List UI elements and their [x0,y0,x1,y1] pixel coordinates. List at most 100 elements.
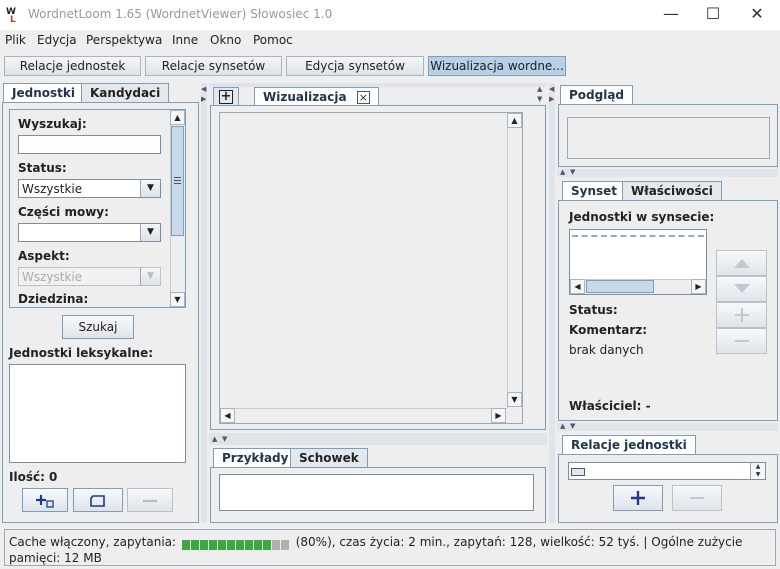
svg-text:L: L [10,15,16,23]
expand-down-icon[interactable]: ▼ [570,422,575,430]
remove-relation-button [672,485,722,511]
plus-icon: + [219,89,233,104]
scroll-left-icon[interactable]: ◀ [220,408,235,423]
progress-segment [244,539,253,550]
right-splitter[interactable]: ◀ ▶ [549,83,555,523]
add-icon [36,495,54,508]
progress-segment [253,539,262,550]
progress-segment [208,539,217,550]
units-list[interactable] [9,364,186,463]
scrollbar-thumb[interactable] [586,280,654,293]
cache-progress-bar [181,538,290,550]
edit-unit-button[interactable] [73,488,123,512]
menu-edycja[interactable]: Edycja [37,33,77,47]
visualization-canvas[interactable] [219,112,523,424]
tab-wlasciwosci[interactable]: Właściwości [622,181,722,200]
window-title: WordnetLoom 1.65 (WordnetViewer) Słowosi… [28,7,333,21]
maximize-button[interactable]: ☐ [690,0,736,30]
menu-okno[interactable]: Okno [210,33,241,47]
close-tab-icon[interactable]: × [356,91,370,104]
scrollbar-thumb[interactable] [171,126,184,236]
relations-tree[interactable]: ▲ ▼ [568,462,766,480]
collapse-left-icon[interactable]: ◀ [549,85,554,93]
search-button[interactable]: Szukaj [62,315,134,339]
domain-label: Dziedzina: [18,292,89,306]
tab-kandydaci[interactable]: Kandydaci [81,83,170,102]
tree-node-icon [571,468,585,476]
scroll-down-icon[interactable]: ▼ [507,392,522,407]
status-bar: Cache włączony, zapytania: (80%), czas ż… [4,529,776,566]
pos-select[interactable]: ▼ [18,223,161,242]
add-synset-unit-button [716,302,767,328]
comment-value: brak danych [569,343,644,357]
expand-down-icon[interactable]: ▼ [222,435,227,443]
tab-schowek[interactable]: Schowek [290,448,368,467]
scroll-right-icon[interactable]: ▶ [491,408,506,423]
menu-pomoc[interactable]: Pomoc [253,33,293,47]
tab-synset[interactable]: Synset [562,181,627,200]
status-select[interactable]: Wszystkie ▼ [18,179,161,198]
menu-bar: Plik Edycja Perspektywa Inne Okno Pomoc [0,30,780,52]
comment-label: Komentarz: [569,323,648,337]
collapse-up-icon[interactable]: ▲ [560,168,565,176]
units-label: Jednostki leksykalne: [9,346,153,360]
menu-inne[interactable]: Inne [172,33,198,47]
progress-segment [235,539,244,550]
arrow-up-icon [733,259,750,268]
scroll-up-icon[interactable]: ▲ [507,113,522,128]
add-unit-button[interactable] [22,488,68,512]
canvas-hscrollbar[interactable] [220,408,507,423]
relacje-synsetow-button[interactable]: Relacje synsetów [145,56,282,76]
move-down-button [716,276,767,302]
synset-status-label: Status: [569,303,618,317]
search-input[interactable] [18,135,161,154]
search-label: Wyszukaj: [18,117,87,131]
plus-icon [631,491,645,505]
menu-plik[interactable]: Plik [5,33,26,47]
collapse-up-icon[interactable]: ▲ [212,435,217,443]
minimize-button[interactable]: — [648,0,694,30]
canvas-vscrollbar[interactable] [507,113,522,408]
tab-jednostki[interactable]: Jednostki [3,83,84,102]
add-relation-button[interactable] [613,485,663,511]
remove-unit-button [127,488,173,512]
expand-right-icon[interactable]: ▶ [549,95,554,103]
expand-down-icon[interactable]: ▼ [570,168,575,176]
collapse-up-icon[interactable]: ▲ [537,85,542,93]
preview-splitter[interactable]: ▲ ▼ [557,168,778,177]
menu-perspektywa[interactable]: Perspektywa [86,33,162,47]
tab-wizualizacja[interactable]: Wizualizacja × [254,87,379,105]
synset-units-list[interactable]: ◀ ▶ [569,229,707,295]
wizualizacja-button[interactable]: Wizualizacja wordne... [428,56,566,76]
remove-synset-unit-button [716,328,767,354]
relacje-jednostek-button[interactable]: Relacje jednostek [4,56,141,76]
progress-segment [271,539,280,550]
status-text-before: Cache włączony, zapytania: [9,535,177,549]
tab-add[interactable]: + [213,87,239,105]
progress-segment [199,539,208,550]
center-splitter[interactable]: ▲ ▼ [209,433,547,445]
tab-podglad[interactable]: Podgląd [560,85,634,104]
synset-splitter[interactable]: ▲ ▼ [557,422,778,431]
minus-icon [734,340,749,342]
scroll-right-icon[interactable]: ▶ [691,279,706,294]
edit-icon [90,495,105,507]
examples-area[interactable] [219,474,534,511]
left-splitter[interactable]: ◀ ▶ [201,83,207,523]
collapse-left-icon[interactable]: ◀ [201,85,206,93]
owner-label: Właściciel: - [569,399,651,413]
expand-down-icon[interactable]: ▼ [537,95,542,103]
tab-wizualizacja-label: Wizualizacja [263,90,347,104]
spinner-icon[interactable]: ▲ ▼ [750,463,765,479]
collapse-up-icon[interactable]: ▲ [560,422,565,430]
tab-relacje-jednostki[interactable]: Relacje jednostki [562,435,696,454]
close-window-button[interactable]: ✕ [734,0,780,30]
scroll-down-icon[interactable]: ▼ [170,292,185,307]
arrow-down-icon [733,284,750,293]
edycja-synsetow-button[interactable]: Edycja synsetów [286,56,424,76]
list-separator [572,235,704,237]
scroll-left-icon[interactable]: ◀ [570,279,585,294]
tab-przyklady[interactable]: Przykłady [213,448,298,467]
expand-right-icon[interactable]: ▶ [201,95,206,103]
scroll-up-icon[interactable]: ▲ [170,110,185,125]
